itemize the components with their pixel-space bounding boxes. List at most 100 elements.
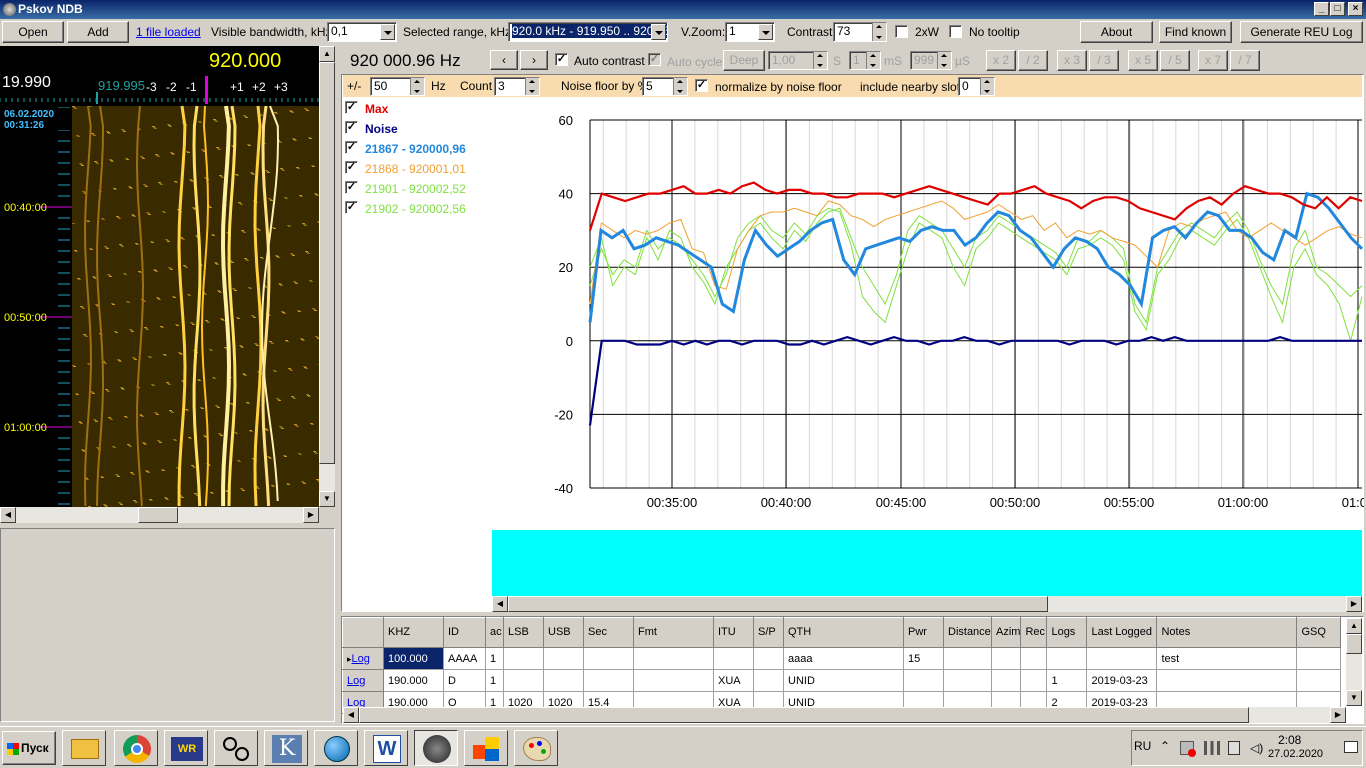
table-cell[interactable]: UNID <box>783 669 904 692</box>
table-vscrollbar[interactable]: ▲ ▼ <box>1346 618 1362 706</box>
table-cell[interactable]: XUA <box>713 669 754 692</box>
zoom-x5-button[interactable]: x 5 <box>1128 50 1158 71</box>
zoom-div5-button[interactable]: / 5 <box>1160 50 1190 71</box>
column-header[interactable]: Last Logged <box>1086 617 1158 648</box>
scroll-thumb[interactable] <box>359 707 1249 723</box>
spin-arrows-icon[interactable] <box>980 78 994 95</box>
column-header[interactable]: Sec <box>583 617 634 648</box>
table-cell[interactable]: 1 <box>1046 669 1088 692</box>
column-header[interactable]: ITU <box>713 617 754 648</box>
notification-icon[interactable] <box>1344 741 1358 753</box>
maximize-button[interactable]: □ <box>1330 2 1345 16</box>
no-tooltip-checkbox[interactable] <box>949 25 962 38</box>
ms-value-spin[interactable]: 1 <box>849 51 881 70</box>
deep-button[interactable]: Deep <box>723 50 765 71</box>
next-freq-button[interactable]: › <box>520 50 548 70</box>
plus-minus-spin[interactable]: 50 <box>370 77 425 96</box>
scroll-down-icon[interactable]: ▼ <box>319 491 335 507</box>
table-cell[interactable]: 1 <box>485 669 504 692</box>
table-cell[interactable] <box>1046 647 1088 670</box>
scroll-thumb[interactable] <box>508 596 1048 612</box>
scroll-thumb[interactable] <box>138 507 178 523</box>
close-button[interactable]: × <box>1348 2 1363 16</box>
legend-checkbox[interactable]: ✓ <box>345 201 358 214</box>
table-cell[interactable] <box>583 647 634 670</box>
us-value-spin[interactable]: 999 <box>910 51 952 70</box>
auto-cycle-checkbox[interactable]: ✓ <box>648 53 661 66</box>
files-loaded-link[interactable]: 1 file loaded <box>136 25 201 39</box>
table-cell[interactable] <box>503 647 544 670</box>
pskov-ndb-icon[interactable] <box>414 730 458 766</box>
legend-checkbox[interactable]: ✓ <box>345 181 358 194</box>
deep-value-spin[interactable]: 1,00 <box>768 51 828 70</box>
scroll-down-icon[interactable]: ▼ <box>1346 690 1362 706</box>
table-cell[interactable] <box>1156 669 1298 692</box>
column-header[interactable]: ac <box>485 617 504 648</box>
table-cell[interactable]: 190.000 <box>383 669 444 692</box>
table-cell[interactable] <box>1020 669 1048 692</box>
add-button[interactable]: Add <box>67 21 129 43</box>
clock-time[interactable]: 2:08 <box>1278 733 1301 747</box>
scroll-thumb[interactable] <box>1346 634 1362 654</box>
spin-arrows-icon[interactable] <box>866 52 880 69</box>
scroll-up-icon[interactable]: ▲ <box>1346 618 1362 634</box>
spin-arrows-icon[interactable] <box>673 78 687 95</box>
spin-arrows-icon[interactable] <box>525 78 539 95</box>
column-header[interactable]: LSB <box>503 617 544 648</box>
scroll-left-icon[interactable]: ◀ <box>0 507 16 523</box>
open-button[interactable]: Open <box>2 21 64 43</box>
noise-floor-spin[interactable]: 5 <box>642 77 688 96</box>
find-known-button[interactable]: Find known <box>1159 21 1232 43</box>
signal-chart[interactable]: 60 40 20 0 -20 -40 00:35:00 00:40:00 00:45:00 00:… <box>545 108 1364 518</box>
minimize-button[interactable]: _ <box>1314 2 1329 16</box>
table-row[interactable]: Log 190.000 D 1 XUA UNID 1 2019-03-23 <box>342 669 1342 692</box>
chevron-up-icon[interactable]: ⌃ <box>1160 739 1170 753</box>
color-blocks-icon[interactable] <box>464 730 508 766</box>
table-cell[interactable] <box>713 647 754 670</box>
legend-checkbox[interactable]: ✓ <box>345 141 358 154</box>
table-hscrollbar[interactable]: ◀ ▶ <box>343 707 1346 723</box>
nearby-slots-spin[interactable]: 0 <box>958 77 995 96</box>
column-header[interactable]: Notes <box>1156 617 1298 648</box>
table-cell[interactable]: aaaa <box>783 647 904 670</box>
column-header[interactable]: Rec <box>1020 617 1048 648</box>
legend-checkbox[interactable]: ✓ <box>345 161 358 174</box>
column-header[interactable]: Distance <box>943 617 992 648</box>
generate-reu-log-button[interactable]: Generate REU Log <box>1240 21 1363 43</box>
table-cell[interactable]: 1 <box>485 647 504 670</box>
twoxw-checkbox[interactable] <box>895 25 908 38</box>
spin-arrows-icon[interactable] <box>872 23 886 41</box>
waterfall-panel[interactable]: 920.000 19.990 919.995 -3 -2 -1 +1 +2 +3… <box>0 46 319 507</box>
table-cell[interactable] <box>990 669 1022 692</box>
table-cell[interactable] <box>1296 647 1342 670</box>
table-cell[interactable] <box>543 669 584 692</box>
log-link[interactable]: Log <box>347 675 365 687</box>
column-header[interactable]: Logs <box>1046 617 1088 648</box>
table-cell[interactable] <box>990 647 1022 670</box>
table-cell[interactable] <box>503 669 544 692</box>
table-cell[interactable] <box>1296 669 1342 692</box>
spin-arrows-icon[interactable] <box>937 52 951 69</box>
k-app-icon[interactable]: K <box>264 730 308 766</box>
column-header[interactable]: S/P <box>753 617 784 648</box>
table-cell[interactable]: AAAA <box>443 647 486 670</box>
zoom-x2-button[interactable]: x 2 <box>986 50 1016 71</box>
column-header[interactable]: Pwr <box>903 617 944 648</box>
table-cell[interactable] <box>543 647 584 670</box>
selected-range-combo[interactable]: 920.0 kHz - 919.950 .. 920.05 <box>508 22 668 42</box>
table-cell[interactable] <box>1020 647 1048 670</box>
log-link[interactable]: Log <box>352 653 370 665</box>
column-header[interactable]: GSQ <box>1296 617 1342 648</box>
word-icon[interactable]: W <box>364 730 408 766</box>
scroll-thumb[interactable] <box>319 62 335 464</box>
table-cell[interactable]: 2019-03-23 <box>1086 669 1158 692</box>
zoom-div7-button[interactable]: / 7 <box>1230 50 1260 71</box>
zoom-div2-button[interactable]: / 2 <box>1018 50 1048 71</box>
chevron-down-icon[interactable] <box>380 24 395 40</box>
start-button[interactable]: Пуск <box>2 731 56 765</box>
table-cell[interactable]: test <box>1156 647 1298 670</box>
table-cell[interactable] <box>903 669 944 692</box>
scroll-left-icon[interactable]: ◀ <box>343 707 359 723</box>
count-spin[interactable]: 3 <box>494 77 540 96</box>
about-button[interactable]: About <box>1080 21 1153 43</box>
